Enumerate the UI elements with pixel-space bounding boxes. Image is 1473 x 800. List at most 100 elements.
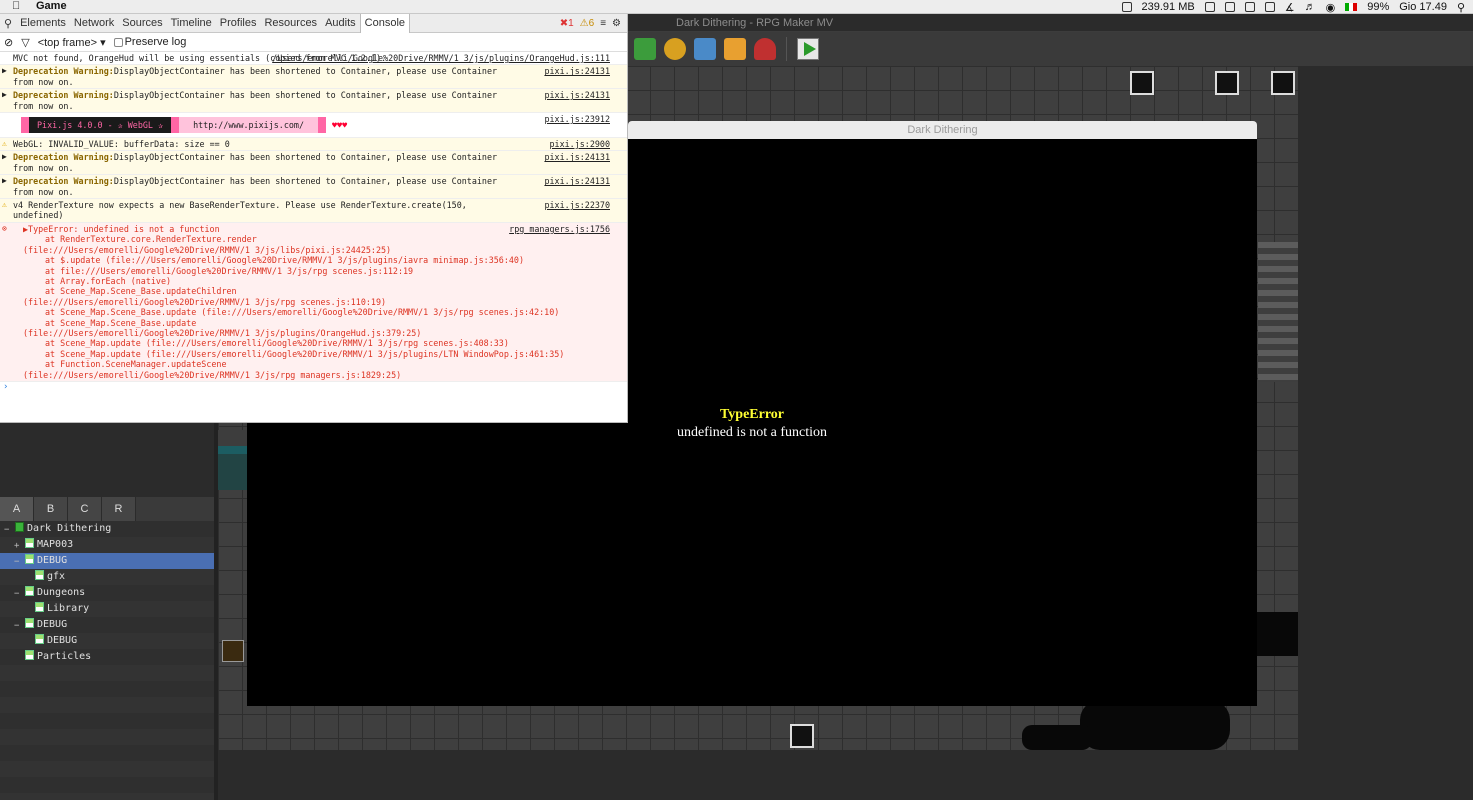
expand-arrow-icon[interactable]: ▶	[2, 90, 7, 100]
spotlight-search-icon[interactable]: ⚲	[1457, 1, 1465, 14]
expand-toggle-icon[interactable]: −	[4, 526, 12, 535]
pixi-url[interactable]: http://www.pixijs.com/	[179, 117, 318, 134]
tree-item[interactable]: Particles	[0, 649, 214, 665]
stack-frame[interactable]: at Scene_Map.Scene_Base.update	[13, 318, 610, 328]
console-prompt[interactable]: ›	[0, 382, 627, 392]
tab-elements[interactable]: Elements	[16, 14, 70, 33]
stack-frame[interactable]: at $.update (file:///Users/emorelli/Goog…	[13, 255, 610, 265]
banner-stripe	[318, 117, 326, 134]
stack-frame[interactable]: at Scene_Map.Scene_Base.update (file:///…	[13, 307, 610, 317]
toolbar-separator	[786, 37, 787, 61]
tileset-palette[interactable]	[0, 423, 214, 497]
source-link[interactable]: pixi.js:24131	[544, 152, 610, 162]
apple-icon[interactable]: 	[12, 0, 20, 12]
battery-level[interactable]: 99%	[1367, 1, 1389, 13]
event-search-icon[interactable]	[694, 38, 716, 60]
stack-frame[interactable]: at file:///Users/emorelli/Google%20Drive…	[13, 266, 610, 276]
stack-frame[interactable]: at Scene_Map.update (file:///Users/emore…	[13, 338, 610, 348]
expand-toggle-icon[interactable]: +	[14, 542, 22, 551]
wifi-icon[interactable]: ◉	[1326, 1, 1336, 14]
tree-item[interactable]: − DEBUG	[0, 617, 214, 633]
panel-splitter[interactable]	[214, 423, 218, 800]
time-machine-icon[interactable]	[1264, 2, 1275, 12]
clear-console-icon[interactable]: ⊘	[4, 36, 13, 49]
source-link[interactable]: pixi.js:23912	[544, 114, 610, 124]
volume-icon[interactable]: ♬	[1305, 1, 1316, 13]
tab-audits[interactable]: Audits	[321, 14, 360, 33]
dropbox-icon[interactable]	[1244, 2, 1255, 12]
source-link[interactable]: pixi.js:2900	[549, 139, 610, 149]
settings-gear-icon[interactable]: ⚙	[612, 18, 621, 29]
tileset-tab-r[interactable]: R	[102, 497, 136, 521]
devtools-search-icon[interactable]: ⚲	[4, 17, 12, 30]
stack-frame[interactable]: at Array.forEach (native)	[13, 276, 610, 286]
expand-arrow-icon[interactable]: ▶	[2, 176, 7, 186]
stack-frame[interactable]: (file:///Users/emorelli/Google%20Drive/R…	[13, 328, 610, 338]
tileset-tab-a[interactable]: A	[0, 497, 34, 521]
map-event-tile[interactable]	[1271, 71, 1295, 95]
tree-item[interactable]: Library	[0, 601, 214, 617]
stack-frame[interactable]: at Scene_Map.update (file:///Users/emore…	[13, 349, 610, 359]
source-link[interactable]: rpg_managers.js:1756	[509, 224, 610, 234]
deprecation-label: Deprecation Warning:	[13, 66, 114, 77]
expand-toggle-icon[interactable]: −	[14, 590, 22, 599]
map-event-tile[interactable]	[1215, 71, 1239, 95]
source-link[interactable]: /Users/emorelli/Google%20Drive/RMMV/1 3/…	[272, 53, 610, 63]
flag-icon[interactable]	[1345, 3, 1358, 11]
source-link[interactable]: pixi.js:24131	[544, 90, 610, 100]
frame-selector[interactable]: <top frame> ▾	[38, 36, 106, 49]
source-link[interactable]: pixi.js:24131	[544, 176, 610, 186]
source-link[interactable]: pixi.js:24131	[544, 66, 610, 76]
status-check-icon[interactable]	[1121, 2, 1132, 12]
playtest-button[interactable]	[797, 38, 819, 60]
stack-frame[interactable]: (file:///Users/emorelli/Google%20Drive/R…	[13, 370, 610, 380]
stack-frame[interactable]: at Function.SceneManager.updateScene	[13, 359, 610, 369]
tab-resources[interactable]: Resources	[260, 14, 321, 33]
app-menu-name[interactable]: Game	[36, 0, 67, 12]
preserve-log-checkbox[interactable]: Preserve log	[113, 36, 186, 48]
tab-network[interactable]: Network	[70, 14, 118, 33]
stack-frame[interactable]: (file:///Users/emorelli/Google%20Drive/R…	[13, 245, 610, 255]
tree-item[interactable]: + MAP003	[0, 537, 214, 553]
map-icon	[25, 538, 34, 548]
tree-item[interactable]: DEBUG	[0, 633, 214, 649]
source-link[interactable]: pixi.js:22370	[544, 200, 610, 210]
clock[interactable]: Gio 17.49	[1399, 1, 1447, 13]
stack-frame[interactable]: (file:///Users/emorelli/Google%20Drive/R…	[13, 297, 610, 307]
tab-sources[interactable]: Sources	[118, 14, 166, 33]
warning-count-badge[interactable]: ⚠6	[580, 18, 595, 29]
map-event-tile[interactable]	[1130, 71, 1154, 95]
app-icon[interactable]	[1224, 2, 1235, 12]
sound-test-icon[interactable]	[664, 38, 686, 60]
tileset-tab-c[interactable]: C	[68, 497, 102, 521]
warning-count: 6	[588, 18, 595, 29]
tab-profiles[interactable]: Profiles	[216, 14, 261, 33]
tab-timeline[interactable]: Timeline	[167, 14, 216, 33]
expand-arrow-icon[interactable]: ▶	[2, 66, 7, 76]
drawer-toggle-icon[interactable]: ≡	[600, 18, 606, 29]
stack-frame[interactable]: at RenderTexture.core.RenderTexture.rend…	[13, 234, 610, 244]
expand-toggle-icon[interactable]: −	[14, 622, 22, 631]
tree-item[interactable]: − DEBUG	[0, 553, 214, 569]
map-event-tile[interactable]	[790, 724, 814, 748]
tree-item[interactable]: gfx	[0, 569, 214, 585]
tab-console[interactable]: Console	[359, 13, 410, 33]
map-event-marker[interactable]	[222, 640, 244, 662]
bluetooth-icon[interactable]: ∡	[1285, 1, 1295, 14]
resource-manager-icon[interactable]	[724, 38, 746, 60]
tileset-tab-b[interactable]: B	[34, 497, 68, 521]
expand-toggle-icon[interactable]: −	[14, 558, 22, 567]
tree-item[interactable]: − Dungeons	[0, 585, 214, 601]
map-shadow	[1080, 700, 1230, 750]
error-count-badge[interactable]: ✖1	[560, 18, 574, 29]
memory-readout[interactable]: 239.91 MB	[1142, 1, 1195, 13]
character-generator-icon[interactable]	[754, 38, 776, 60]
plugin-manager-icon[interactable]	[634, 38, 656, 60]
drive-icon[interactable]	[1204, 2, 1215, 12]
filter-icon[interactable]: ▽	[21, 36, 29, 49]
expand-arrow-icon[interactable]: ▶	[2, 152, 7, 162]
stack-frame[interactable]: at Scene_Map.Scene_Base.updateChildren	[13, 286, 610, 296]
map-bottom-area	[218, 750, 1298, 800]
console-log[interactable]: MVC not found, OrangeHud will be using e…	[0, 52, 627, 392]
tree-item[interactable]: − Dark Dithering	[0, 521, 214, 537]
